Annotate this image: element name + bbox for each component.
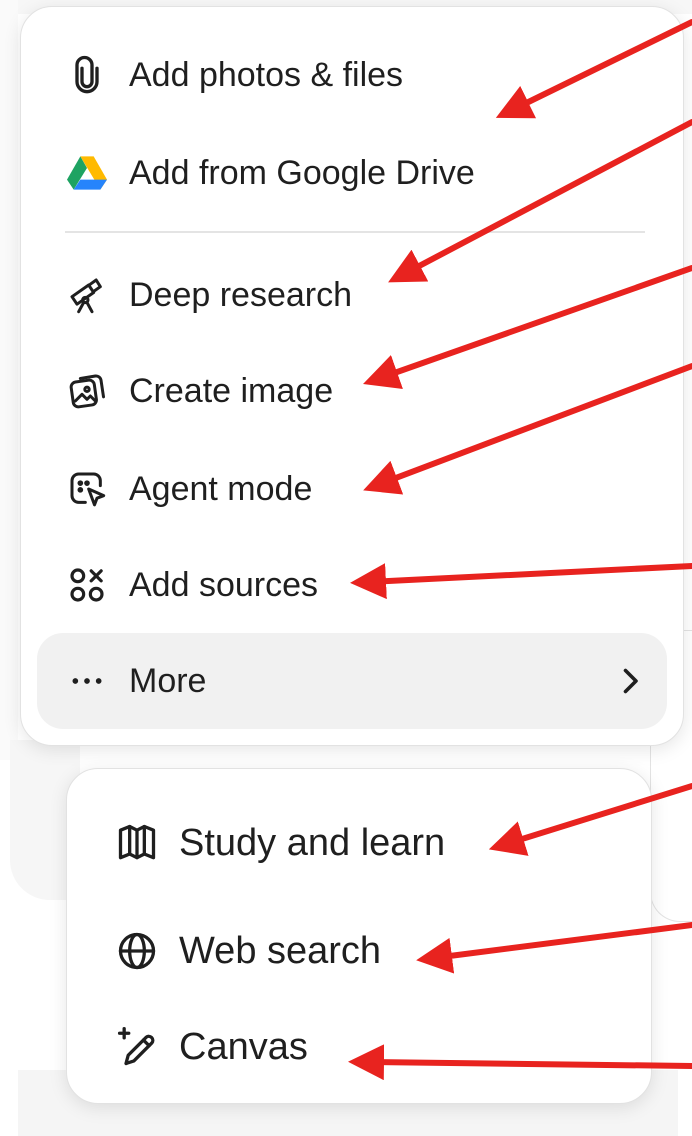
menu-item-more[interactable]: More xyxy=(37,633,667,729)
ellipsis-icon xyxy=(67,661,107,701)
image-icon xyxy=(67,371,107,411)
chevron-right-icon xyxy=(615,663,645,699)
menu-item-add-google-drive[interactable]: Add from Google Drive xyxy=(21,125,683,221)
menu-item-label: Canvas xyxy=(179,1025,308,1068)
menu-divider xyxy=(65,231,645,233)
pen-sparkle-icon xyxy=(115,1025,159,1069)
menu-item-label: Web search xyxy=(179,929,382,972)
menu-item-label: More xyxy=(129,661,207,700)
more-submenu: Study and learn Web search Canvas xyxy=(66,768,652,1104)
background-panel xyxy=(0,0,18,760)
menu-item-agent-mode[interactable]: Agent mode xyxy=(21,441,683,537)
telescope-icon xyxy=(67,275,107,315)
menu-item-label: Deep research xyxy=(129,275,353,314)
menu-item-canvas[interactable]: Canvas xyxy=(67,993,651,1101)
sources-icon xyxy=(67,565,107,605)
book-icon xyxy=(115,821,159,865)
menu-item-label: Study and learn xyxy=(179,821,446,864)
menu-item-label: Agent mode xyxy=(129,469,313,508)
menu-item-label: Add photos & files xyxy=(129,55,404,94)
globe-icon xyxy=(115,929,159,973)
menu-item-label: Create image xyxy=(129,371,334,410)
menu-item-add-sources[interactable]: Add sources xyxy=(21,537,683,633)
google-drive-icon xyxy=(67,153,107,193)
menu-item-create-image[interactable]: Create image xyxy=(21,343,683,439)
menu-item-deep-research[interactable]: Deep research xyxy=(21,247,683,343)
paperclip-icon xyxy=(67,55,107,95)
menu-item-study-and-learn[interactable]: Study and learn xyxy=(67,789,651,897)
attachment-menu: Add photos & files Add from Google Drive… xyxy=(20,6,684,746)
menu-item-label: Add from Google Drive xyxy=(129,153,475,192)
menu-item-web-search[interactable]: Web search xyxy=(67,897,651,1005)
menu-item-label: Add sources xyxy=(129,565,318,604)
menu-item-add-photos-files[interactable]: Add photos & files xyxy=(21,27,683,123)
agent-cursor-icon xyxy=(67,469,107,509)
